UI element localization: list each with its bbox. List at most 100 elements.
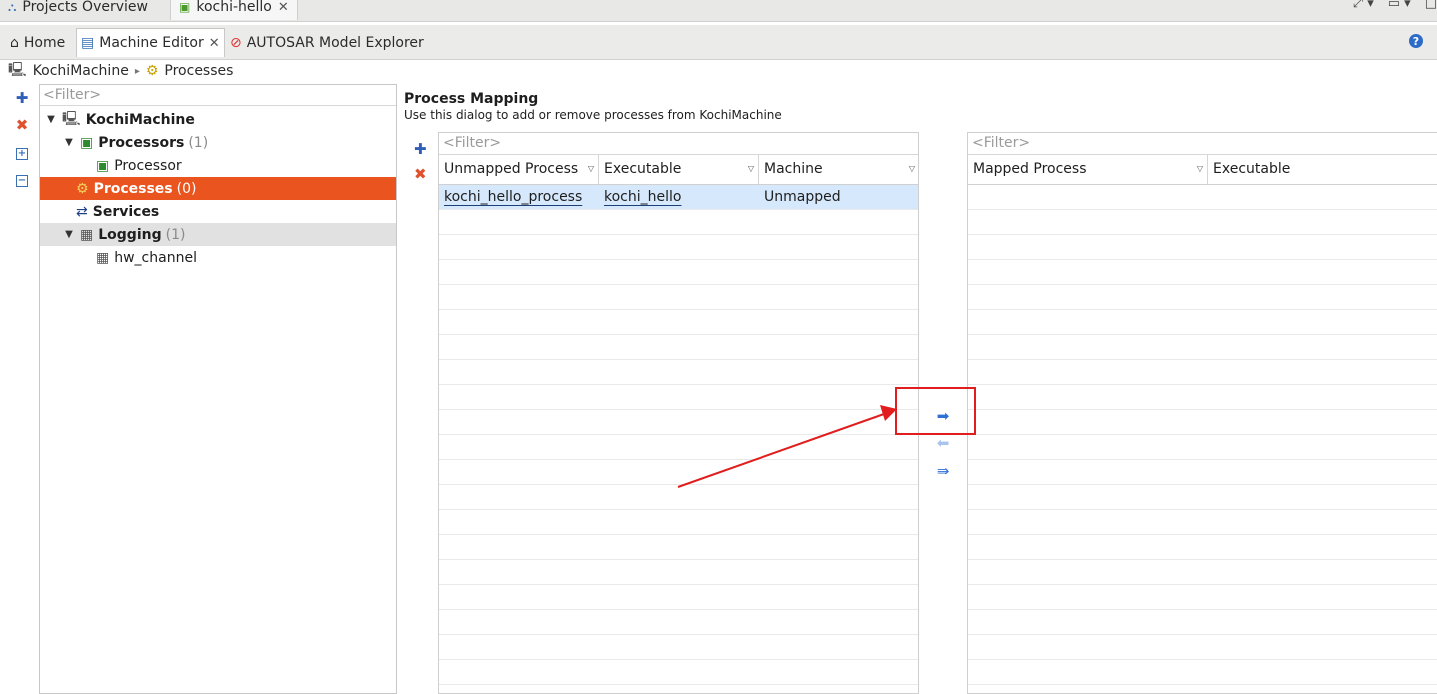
filter-icon[interactable]: ▽ (1197, 155, 1203, 183)
close-icon[interactable]: ✕ (278, 0, 289, 15)
editor-tab-bar: ⛬ Projects Overview ▣ kochi-hello ✕ ⤢ ▾ … (0, 0, 1437, 22)
tab-autosar-model-explorer[interactable]: ⊘ AUTOSAR Model Explorer (226, 30, 428, 55)
close-icon[interactable]: ✕ (209, 36, 220, 51)
pin-icon[interactable]: ⤢ ▾ (1353, 0, 1374, 11)
add-icon[interactable]: ✚ (14, 89, 30, 107)
empty-table-row (968, 335, 1437, 360)
tree-item-label: Processor (114, 157, 182, 174)
tab-machine-editor[interactable]: ▤ Machine Editor ✕ (76, 28, 225, 57)
empty-table-row (439, 285, 918, 310)
empty-table-row (439, 635, 918, 660)
tree-item-logging[interactable]: ▼ ▦ Logging (1) (40, 223, 396, 246)
empty-table-row (968, 660, 1437, 685)
help-icon[interactable]: ? (1409, 34, 1423, 48)
column-header-executable[interactable]: Executable ▽ (599, 155, 759, 185)
tab-autosar-label: AUTOSAR Model Explorer (246, 34, 424, 51)
empty-table-row (968, 185, 1437, 210)
table-header: Mapped Process ▽ Executable (968, 155, 1437, 185)
move-left-arrow-icon[interactable]: ⬅ (934, 434, 952, 452)
unmapped-filter-input[interactable]: <Filter> (439, 133, 918, 155)
layout-icon[interactable]: ▭ ▾ (1388, 0, 1411, 11)
machine-icon: 🖳 (62, 110, 81, 127)
column-header-unmapped-process[interactable]: Unmapped Process ▽ (439, 155, 599, 185)
empty-table-row (439, 385, 918, 410)
tab-kochi-hello-label: kochi-hello (196, 0, 272, 15)
processes-icon: ⚙ (76, 180, 89, 197)
empty-table-row (968, 635, 1437, 660)
table-cell-process[interactable]: kochi_hello_process (439, 185, 599, 210)
tab-home[interactable]: ⌂ Home (6, 30, 69, 55)
tab-machine-editor-label: Machine Editor (99, 35, 204, 51)
tree-item-label: Logging (98, 226, 162, 243)
empty-table-row (439, 485, 918, 510)
empty-table-row (439, 585, 918, 610)
expand-all-icon[interactable]: + (14, 146, 30, 162)
breadcrumb-root[interactable]: KochiMachine (33, 63, 129, 79)
tree-item-label: KochiMachine (85, 111, 195, 128)
empty-table-row (968, 535, 1437, 560)
empty-table-row (439, 260, 918, 285)
tree-item-label: Processes (93, 180, 173, 197)
empty-table-row (968, 310, 1437, 335)
collapse-all-icon[interactable]: − (14, 173, 30, 189)
project-icon: ▣ (179, 0, 191, 14)
chevron-down-icon[interactable]: ▼ (62, 229, 76, 240)
tab-kochi-hello[interactable]: ▣ kochi-hello ✕ (170, 0, 298, 20)
filter-icon[interactable]: ▽ (909, 155, 915, 183)
column-header-machine[interactable]: Machine ▽ (759, 155, 918, 185)
tree-item-services[interactable]: ⇄ Services (40, 200, 396, 223)
add-process-icon[interactable]: ✚ (414, 140, 427, 158)
annotation-highlight-box (895, 387, 976, 435)
tab-home-label: Home (23, 34, 66, 51)
chevron-down-icon[interactable]: ▼ (44, 114, 58, 125)
empty-table-row (968, 460, 1437, 485)
empty-table-row (439, 435, 918, 460)
tree-filter-input[interactable]: <Filter> (40, 85, 396, 106)
projects-overview-icon: ⛬ (8, 0, 17, 14)
services-icon: ⇄ (76, 203, 88, 220)
processes-icon: ⚙ (145, 63, 159, 79)
empty-table-row (968, 285, 1437, 310)
window-controls: ⤢ ▾ ▭ ▾ □ (1353, 0, 1437, 11)
column-header-label: Unmapped Process (444, 161, 579, 177)
empty-table-row (439, 560, 918, 585)
empty-table-row (968, 360, 1437, 385)
empty-table-row (968, 685, 1437, 693)
empty-table-row (439, 510, 918, 535)
home-icon: ⌂ (10, 34, 19, 51)
tree-item-processes[interactable]: ⚙ Processes (0) (40, 177, 396, 200)
maximize-icon[interactable]: □ (1425, 0, 1437, 11)
move-add-icon[interactable]: ⇛ (934, 462, 952, 480)
tree-item-machine[interactable]: ▼ 🖳 KochiMachine (40, 108, 396, 131)
machine-editor-icon: ▤ (81, 35, 95, 51)
tree-item-count: (1) (188, 134, 209, 151)
empty-table-row (968, 485, 1437, 510)
column-header-label: Mapped Process (973, 161, 1087, 177)
table-cell-machine: Unmapped (764, 189, 841, 205)
empty-table-row (439, 310, 918, 335)
machine-icon: 🖳 (8, 62, 27, 78)
empty-table-row (968, 210, 1437, 235)
column-header-mapped-process[interactable]: Mapped Process ▽ (968, 155, 1208, 185)
delete-icon[interactable]: ✖ (14, 116, 30, 134)
column-header-executable[interactable]: Executable (1208, 155, 1437, 185)
tab-projects-overview[interactable]: ⛬ Projects Overview (8, 0, 148, 20)
empty-table-row (439, 460, 918, 485)
tree-panel: <Filter> ▼ 🖳 KochiMachine ▼ ▣ Processors… (39, 84, 397, 694)
mapped-filter-input[interactable]: <Filter> (968, 133, 1437, 155)
tree-item-hw-channel[interactable]: ▦ hw_channel (40, 246, 396, 269)
filter-icon[interactable]: ▽ (588, 155, 594, 183)
empty-table-row (439, 410, 918, 435)
filter-icon[interactable]: ▽ (748, 155, 754, 183)
delete-process-icon[interactable]: ✖ (414, 165, 427, 183)
table-cell-executable[interactable]: kochi_hello (599, 185, 759, 210)
section-description: Use this dialog to add or remove process… (404, 108, 782, 122)
chevron-down-icon[interactable]: ▼ (62, 137, 76, 148)
empty-table-row (968, 410, 1437, 435)
tree-item-processors[interactable]: ▼ ▣ Processors (1) (40, 131, 396, 154)
column-header-label: Machine (764, 161, 823, 177)
table-row[interactable]: kochi_hello_process kochi_hello Unmapped (439, 185, 918, 210)
breadcrumb-current[interactable]: Processes (164, 63, 233, 79)
tree-item-processor[interactable]: ▣ Processor (40, 154, 396, 177)
column-header-label: Executable (604, 161, 682, 177)
